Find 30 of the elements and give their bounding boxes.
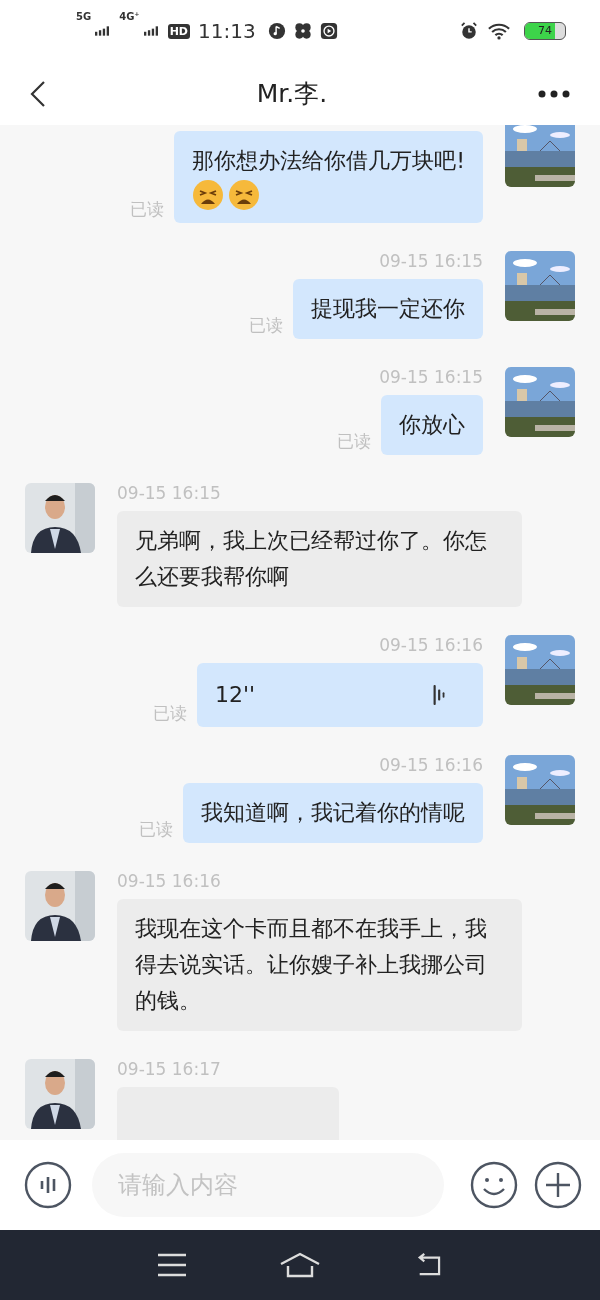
hd-badge: HD	[167, 23, 190, 39]
menu-icon[interactable]	[156, 1253, 187, 1277]
back-icon[interactable]	[30, 79, 46, 108]
play-icon	[319, 22, 338, 40]
battery-level: 74	[537, 23, 553, 39]
network-label: 4G⁺	[119, 11, 140, 22]
message-text: 我现在这个卡而且都不在我手上，我得去说实话。让你嫂子补上我挪公司的钱。	[135, 915, 488, 1015]
tired-face-icon	[192, 179, 225, 211]
plus-icon[interactable]	[534, 1161, 582, 1209]
signal-icon	[95, 26, 110, 36]
message-text: 提现我一定还你	[311, 295, 465, 323]
chat-title: Mr.李.	[256, 78, 328, 110]
more-icon[interactable]	[538, 89, 570, 98]
network-label: 5G	[76, 11, 92, 22]
message-text: 兄弟啊，我上次已经帮过你了。你怎么还要我帮你啊	[135, 527, 488, 591]
signal-icon	[143, 26, 158, 36]
message-text: 我知道啊，我记着你的情呢	[201, 799, 465, 827]
music-note-icon	[267, 22, 286, 40]
voice-wave-icon	[433, 685, 445, 705]
tired-face-icon	[228, 179, 261, 211]
fan-icon	[293, 22, 312, 40]
smiley-icon[interactable]	[470, 1161, 518, 1209]
voice-message[interactable]: 12''	[197, 663, 483, 727]
alarm-icon	[460, 22, 478, 40]
home-icon[interactable]	[280, 1252, 320, 1278]
message-text: 那你想办法给你借几万块吧!	[192, 147, 465, 175]
message-text: 你放心	[399, 411, 465, 439]
voice-input-icon[interactable]	[24, 1161, 72, 1209]
status-time: 11:13	[197, 19, 256, 43]
wifi-icon	[488, 22, 510, 40]
